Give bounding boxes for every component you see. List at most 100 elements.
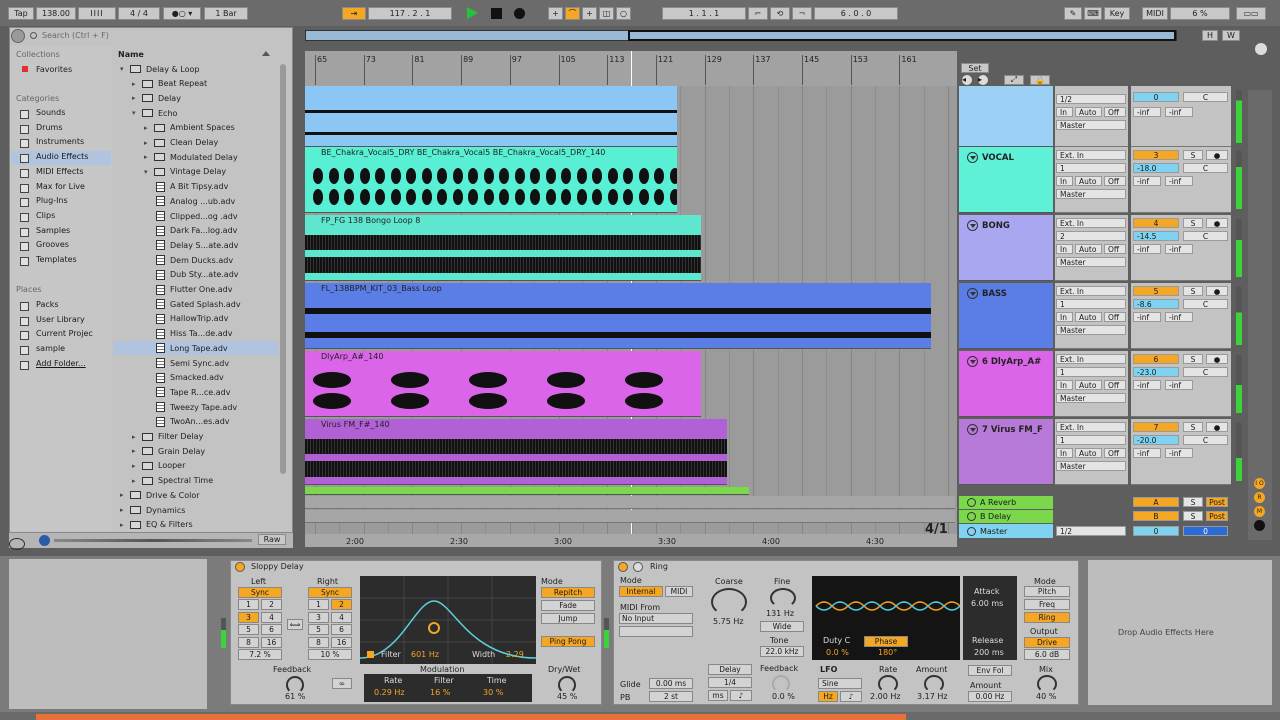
master-volume-field[interactable]: 0 (1133, 526, 1179, 536)
send-a-field[interactable]: -inf (1133, 176, 1161, 186)
ms-button[interactable]: ms (708, 690, 728, 701)
nav-left-icon[interactable]: ◂ (962, 75, 972, 85)
folder-item[interactable]: ▸ Looper (132, 459, 185, 473)
solo-button[interactable]: S (1183, 150, 1203, 160)
filter-freq-value[interactable]: 601 Hz (411, 650, 439, 659)
sidebar-item-favorites[interactable]: Favorites (36, 65, 72, 74)
folder-item[interactable]: ▾ Vintage Delay (144, 165, 226, 179)
midi-channel-select[interactable] (619, 626, 693, 637)
session-record-icon[interactable]: ○ (616, 7, 631, 20)
mixer-toggle-icon[interactable]: M (1254, 506, 1265, 517)
wide-button[interactable]: Wide (760, 621, 804, 632)
send-a-field[interactable]: -inf (1133, 380, 1161, 390)
loop-length-field[interactable]: 6 . 0 . 0 (814, 7, 898, 20)
monitor-off-button[interactable]: Off (1104, 380, 1126, 390)
note-icon[interactable]: ♪ (730, 690, 752, 701)
chevron-right-icon[interactable]: ▸ (144, 124, 154, 132)
midi-button[interactable]: MIDI (665, 586, 693, 597)
return-post-button[interactable]: Post (1206, 511, 1228, 521)
freeze-icon[interactable]: ∞ (332, 678, 352, 689)
chevron-right-icon[interactable]: ▸ (120, 491, 130, 499)
left-division-button[interactable]: 5 (238, 624, 259, 635)
scroll-up-icon[interactable] (1255, 43, 1267, 55)
preset-item[interactable]: Delay S...ate.adv (156, 238, 238, 252)
preset-item[interactable]: Flutter One.adv (156, 283, 232, 297)
pitch-button[interactable]: Pitch (1024, 586, 1070, 597)
audio-clip[interactable] (305, 487, 749, 495)
volume-field[interactable]: -23.0 (1133, 367, 1179, 377)
groove-pool-icon[interactable] (9, 538, 25, 550)
master-track-header[interactable]: Master (959, 524, 1053, 538)
mix-knob[interactable] (1037, 675, 1057, 693)
preset-item[interactable]: Dark Fa...log.adv (156, 224, 237, 238)
monitor-off-button[interactable]: Off (1104, 448, 1126, 458)
folder-item[interactable]: ▾ Echo (132, 106, 177, 120)
chevron-right-icon[interactable]: ▸ (144, 153, 154, 161)
folder-item[interactable]: ▸ Clean Delay (144, 136, 218, 150)
tap-button[interactable]: Tap (8, 7, 34, 20)
folder-item[interactable]: ▸ Drive & Color (120, 488, 200, 502)
return-activator[interactable]: B (1133, 511, 1179, 521)
drive-button[interactable]: Drive (1024, 637, 1070, 648)
right-division-button[interactable]: 16 (331, 636, 352, 648)
mod-filter-value[interactable]: 16 % (430, 688, 450, 697)
lfo-amount-knob[interactable] (924, 675, 944, 693)
output-select[interactable]: Master (1056, 189, 1126, 199)
audio-clip[interactable]: DlyArp_A#_140 (305, 351, 701, 417)
midi-map-button[interactable]: MIDI (1142, 7, 1168, 20)
pan-field[interactable]: C (1183, 92, 1228, 102)
input-channel-select[interactable]: 2 (1056, 231, 1126, 241)
place-item[interactable]: sample (36, 344, 65, 353)
track-header[interactable]: BASS (959, 283, 1053, 349)
volume-field[interactable]: -20.0 (1133, 435, 1179, 445)
monitor-in-button[interactable]: In (1056, 380, 1073, 390)
browser-toggle-icon[interactable] (11, 29, 25, 43)
track-header[interactable]: 7 Virus FM_F (959, 419, 1053, 485)
right-division-button[interactable]: 2 (331, 599, 352, 610)
right-division-button[interactable]: 4 (331, 611, 352, 623)
fold-icon[interactable] (967, 356, 978, 367)
fold-icon[interactable] (967, 152, 978, 163)
chevron-right-icon[interactable]: ▸ (132, 94, 142, 102)
preset-item[interactable]: Long Tape.adv (156, 341, 228, 355)
preset-item[interactable]: Semi Sync.adv (156, 356, 229, 370)
left-division-button[interactable]: 2 (261, 599, 282, 610)
loop-start-field[interactable]: 1 . 1 . 1 (662, 7, 746, 20)
link-icon[interactable]: ⟺ (287, 619, 303, 630)
crossfader-toggle-icon[interactable] (1254, 520, 1265, 531)
solo-button[interactable]: S (1183, 354, 1203, 364)
folder-item[interactable]: ▸ Dynamics (120, 503, 185, 517)
automation-arm-icon[interactable]: ⌒ (565, 7, 580, 20)
browser-scrollbar[interactable] (280, 64, 286, 474)
place-item[interactable]: Add Folder... (36, 359, 86, 368)
input-channel-select[interactable]: 1 (1056, 163, 1126, 173)
input-type-select[interactable]: Ext. In (1056, 354, 1126, 364)
right-division-button[interactable]: 3 (308, 611, 329, 623)
sidebar-item-midi-effects[interactable]: MIDI Effects (36, 167, 84, 176)
right-sync-button[interactable]: Sync (308, 587, 352, 598)
preset-item[interactable]: Dub Sty...ate.adv (156, 268, 239, 282)
pan-field[interactable]: C (1183, 435, 1228, 445)
sort-icon[interactable] (262, 51, 270, 56)
chevron-right-icon[interactable]: ▸ (132, 477, 142, 485)
output-select[interactable]: Master (1056, 393, 1126, 403)
fine-knob[interactable] (770, 588, 796, 608)
overview-w-button[interactable]: W (1222, 30, 1240, 41)
set-button[interactable]: Set (961, 63, 989, 73)
freq-button[interactable]: Freq (1024, 599, 1070, 610)
monitor-in-button[interactable]: In (1056, 176, 1073, 186)
arm-button[interactable]: ● (1206, 286, 1228, 296)
preset-item[interactable]: Gated Splash.adv (156, 297, 241, 311)
volume-field[interactable]: -8.6 (1133, 299, 1179, 309)
chevron-down-icon[interactable]: ▾ (144, 168, 154, 176)
env-fol-button[interactable]: Env Fol (968, 665, 1012, 676)
follow-icon[interactable]: ⇥ (342, 7, 366, 20)
track-activator[interactable]: 5 (1133, 286, 1179, 296)
arm-button[interactable]: ● (1206, 422, 1228, 432)
input-type-select[interactable]: Ext. In (1056, 150, 1126, 160)
track-activator[interactable]: 6 (1133, 354, 1179, 364)
record-icon[interactable] (514, 8, 525, 19)
chevron-right-icon[interactable]: ▸ (120, 521, 130, 529)
mod-rate-value[interactable]: 0.29 Hz (374, 688, 405, 697)
preset-item[interactable]: Tweezy Tape.adv (156, 400, 237, 414)
